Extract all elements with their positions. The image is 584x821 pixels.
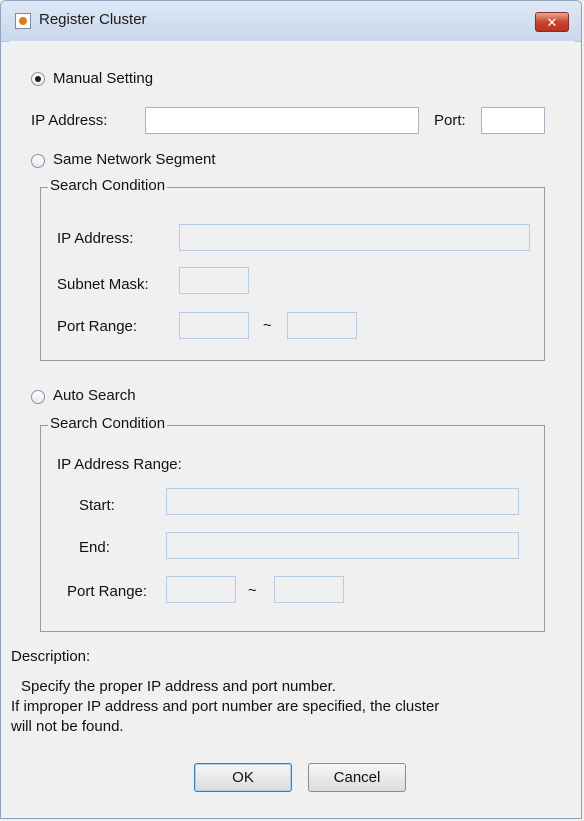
auto-end-label: End: (79, 539, 110, 556)
description-label: Description: (11, 648, 91, 665)
manual-ip-input[interactable] (145, 107, 419, 134)
cancel-button[interactable]: Cancel (308, 763, 406, 792)
manual-setting-radio[interactable] (31, 72, 45, 86)
window-title: Register Cluster (39, 11, 147, 28)
dialog-content: Manual Setting IP Address: Port: Same Ne… (9, 41, 575, 813)
auto-range-separator: ~ (248, 582, 257, 599)
segment-search-condition-group: Search Condition IP Address: Subnet Mask… (40, 177, 545, 361)
auto-search-label: Auto Search (53, 387, 136, 404)
auto-search-condition-group: Search Condition IP Address Range: Start… (40, 415, 545, 632)
segment-ip-label: IP Address: (57, 230, 134, 247)
ok-button[interactable]: OK (194, 763, 292, 792)
segment-port-end-input[interactable] (287, 312, 357, 339)
auto-search-radio[interactable] (31, 390, 45, 404)
description-line-2: If improper IP address and port number a… (11, 698, 440, 715)
java-app-icon (15, 13, 31, 29)
title-bar: Register Cluster ✕ (1, 1, 581, 42)
auto-group-title: Search Condition (48, 415, 168, 432)
auto-end-input[interactable] (166, 532, 519, 559)
same-network-segment-radio[interactable] (31, 154, 45, 168)
manual-ip-label: IP Address: (31, 112, 108, 129)
segment-group-title: Search Condition (48, 177, 168, 194)
auto-start-label: Start: (79, 497, 115, 514)
close-button[interactable]: ✕ (535, 12, 569, 32)
description-line-3: will not be found. (11, 718, 124, 735)
manual-setting-label: Manual Setting (53, 70, 154, 87)
segment-subnet-label: Subnet Mask: (57, 276, 149, 293)
manual-port-label: Port: (434, 112, 466, 129)
segment-port-start-input[interactable] (179, 312, 249, 339)
same-network-segment-label: Same Network Segment (53, 151, 216, 168)
auto-port-range-label: Port Range: (67, 583, 148, 600)
register-cluster-dialog: Register Cluster ✕ Manual Setting IP Add… (0, 0, 582, 819)
description-line-1: Specify the proper IP address and port n… (21, 678, 336, 695)
segment-ip-input[interactable] (179, 224, 530, 251)
auto-port-end-input[interactable] (274, 576, 344, 603)
auto-ip-range-label: IP Address Range: (57, 456, 182, 473)
auto-port-start-input[interactable] (166, 576, 236, 603)
segment-range-separator: ~ (263, 317, 272, 334)
segment-port-range-label: Port Range: (57, 318, 138, 335)
manual-port-input[interactable] (481, 107, 545, 134)
segment-subnet-input[interactable] (179, 267, 249, 294)
auto-start-input[interactable] (166, 488, 519, 515)
